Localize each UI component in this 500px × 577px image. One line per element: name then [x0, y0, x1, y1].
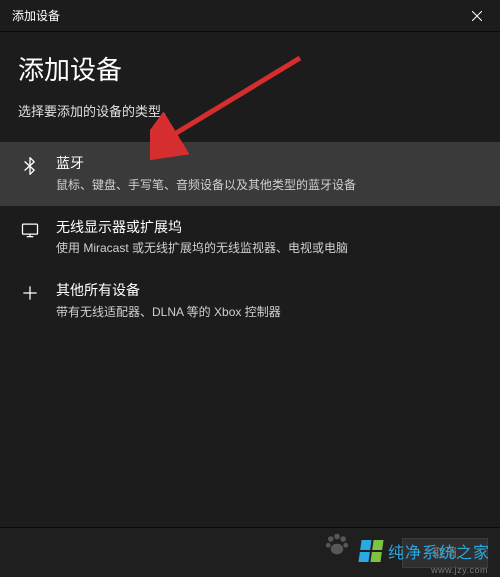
titlebar: 添加设备 [0, 0, 500, 32]
dialog-heading: 添加设备 [18, 50, 482, 87]
watermark-url: www.jzy.com [431, 565, 488, 575]
option-wireless-title: 无线显示器或扩展坞 [56, 218, 482, 238]
option-other-title: 其他所有设备 [56, 281, 482, 301]
option-bluetooth-text: 蓝牙 鼠标、键盘、手写笔、音频设备以及其他类型的蓝牙设备 [56, 154, 482, 194]
option-wireless-text: 无线显示器或扩展坞 使用 Miracast 或无线扩展坞的无线监视器、电视或电脑 [56, 218, 482, 258]
option-bluetooth[interactable]: 蓝牙 鼠标、键盘、手写笔、音频设备以及其他类型的蓝牙设备 [0, 142, 500, 206]
window-title: 添加设备 [12, 7, 60, 24]
option-wireless-display[interactable]: 无线显示器或扩展坞 使用 Miracast 或无线扩展坞的无线监视器、电视或电脑 [0, 206, 500, 270]
cancel-button[interactable]: 取消 [402, 538, 488, 568]
dialog-content: 添加设备 选择要添加的设备的类型。 蓝牙 鼠标、键盘、手写笔、音频设备以及其他类… [0, 32, 500, 333]
close-icon [472, 11, 482, 21]
option-other-desc: 带有无线适配器、DLNA 等的 Xbox 控制器 [56, 303, 482, 321]
option-other-devices[interactable]: 其他所有设备 带有无线适配器、DLNA 等的 Xbox 控制器 [0, 269, 500, 333]
dialog-subheading: 选择要添加的设备的类型。 [18, 101, 482, 120]
close-button[interactable] [454, 0, 500, 32]
option-list: 蓝牙 鼠标、键盘、手写笔、音频设备以及其他类型的蓝牙设备 无线显示器或扩展坞 使… [0, 142, 500, 333]
cancel-button-label: 取消 [433, 544, 457, 561]
option-other-text: 其他所有设备 带有无线适配器、DLNA 等的 Xbox 控制器 [56, 281, 482, 321]
option-wireless-desc: 使用 Miracast 或无线扩展坞的无线监视器、电视或电脑 [56, 239, 482, 257]
plus-icon [18, 283, 42, 303]
bluetooth-icon [18, 156, 42, 176]
monitor-icon [18, 220, 42, 240]
bottom-bar: 取消 [0, 527, 500, 577]
option-bluetooth-title: 蓝牙 [56, 154, 482, 174]
option-bluetooth-desc: 鼠标、键盘、手写笔、音频设备以及其他类型的蓝牙设备 [56, 176, 482, 194]
